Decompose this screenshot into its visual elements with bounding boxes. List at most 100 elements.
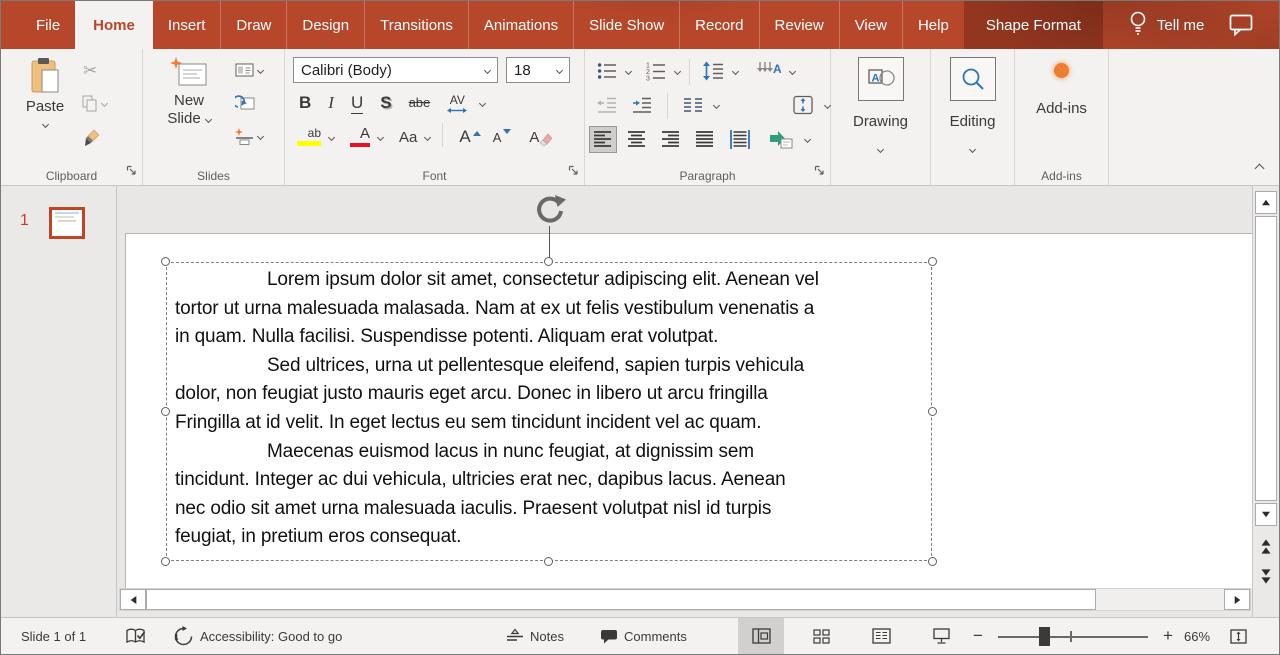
- previous-slide-button[interactable]: [1256, 534, 1276, 558]
- font-color-button[interactable]: A: [346, 125, 374, 150]
- selection-handle[interactable]: [544, 557, 553, 566]
- notes-button[interactable]: Notes: [506, 618, 564, 654]
- bullets-button[interactable]: [593, 59, 621, 83]
- paste-button[interactable]: Paste: [17, 57, 73, 127]
- font-size-dropdown-icon[interactable]: [556, 66, 563, 73]
- font-name-combobox[interactable]: Calibri (Body): [293, 57, 498, 83]
- slideshow-view-button[interactable]: [918, 618, 964, 654]
- zoom-out-button[interactable]: −: [973, 618, 983, 654]
- columns-dropdown-icon[interactable]: [713, 101, 720, 108]
- convert-to-smartart-button[interactable]: [765, 126, 799, 153]
- tab-view[interactable]: View: [839, 1, 902, 49]
- align-left-button[interactable]: [589, 126, 617, 153]
- new-slide-dropdown-icon[interactable]: [205, 115, 212, 122]
- character-spacing-button[interactable]: AV: [443, 91, 471, 116]
- line-spacing-button[interactable]: [699, 59, 728, 83]
- tab-slide-show[interactable]: Slide Show: [573, 1, 679, 49]
- selection-handle[interactable]: [161, 257, 170, 266]
- selection-handle[interactable]: [928, 557, 937, 566]
- tab-home[interactable]: Home: [75, 1, 153, 49]
- selection-handle[interactable]: [544, 257, 553, 266]
- align-text-button[interactable]: [788, 93, 818, 117]
- new-slide-button[interactable]: New Slide: [157, 57, 221, 128]
- zoom-level[interactable]: 66%: [1184, 618, 1210, 654]
- paste-dropdown-icon[interactable]: [41, 121, 48, 128]
- scroll-down-button[interactable]: [1255, 503, 1277, 526]
- normal-view-button[interactable]: [738, 618, 784, 654]
- scroll-up-button[interactable]: [1255, 191, 1277, 214]
- numbering-button[interactable]: 123: [642, 59, 670, 83]
- increase-indent-button[interactable]: [628, 93, 656, 117]
- clear-formatting-button[interactable]: A: [525, 127, 556, 148]
- bold-button[interactable]: B: [295, 91, 315, 115]
- accessibility-checker[interactable]: Accessibility: Good to go: [173, 618, 342, 654]
- justify-button[interactable]: [691, 126, 719, 153]
- bullets-dropdown-icon[interactable]: [625, 67, 632, 74]
- underline-button[interactable]: U: [347, 91, 367, 116]
- line-spacing-dropdown-icon[interactable]: [732, 67, 739, 74]
- collapse-ribbon-button[interactable]: [1256, 159, 1263, 177]
- decrease-font-size-button[interactable]: A: [489, 127, 516, 147]
- editing-button[interactable]: [950, 57, 996, 101]
- font-name-dropdown-icon[interactable]: [484, 66, 491, 73]
- character-spacing-dropdown-icon[interactable]: [479, 99, 486, 106]
- highlight-dropdown-icon[interactable]: [328, 133, 335, 140]
- horizontal-scrollbar-track[interactable]: [1096, 589, 1224, 610]
- change-case-button[interactable]: Aa: [395, 127, 421, 148]
- rotate-handle-icon[interactable]: [533, 194, 567, 228]
- vertical-scrollbar-thumb[interactable]: [1255, 216, 1277, 501]
- italic-button[interactable]: I: [324, 91, 338, 115]
- format-painter-button[interactable]: [83, 129, 101, 147]
- align-right-button[interactable]: [657, 126, 685, 153]
- drawing-button[interactable]: A: [858, 57, 904, 101]
- selection-handle[interactable]: [161, 407, 170, 416]
- scroll-left-button[interactable]: [120, 589, 146, 610]
- numbering-dropdown-icon[interactable]: [674, 67, 681, 74]
- tell-me[interactable]: Tell me: [1129, 1, 1205, 49]
- copy-dropdown-icon[interactable]: [101, 100, 108, 107]
- editing-dropdown-icon[interactable]: [969, 146, 976, 153]
- zoom-slider-track[interactable]: [998, 636, 1148, 638]
- fit-to-window-button[interactable]: [1230, 618, 1247, 654]
- zoom-in-button[interactable]: +: [1163, 618, 1173, 654]
- reset-slide-button[interactable]: [235, 94, 255, 111]
- slide-indicator[interactable]: Slide 1 of 1: [21, 618, 86, 654]
- selection-handle[interactable]: [928, 407, 937, 416]
- text-shadow-button[interactable]: S: [376, 91, 395, 115]
- tab-animations[interactable]: Animations: [468, 1, 573, 49]
- selection-handle[interactable]: [161, 557, 170, 566]
- tab-transitions[interactable]: Transitions: [364, 1, 468, 49]
- copy-button[interactable]: [81, 95, 107, 112]
- smartart-dropdown-icon[interactable]: [804, 135, 811, 142]
- text-box[interactable]: Lorem ipsum dolor sit amet, consectetur …: [166, 262, 932, 561]
- tab-file[interactable]: File: [21, 1, 75, 49]
- cut-button[interactable]: ✂: [83, 63, 97, 79]
- tab-record[interactable]: Record: [679, 1, 758, 49]
- reading-view-button[interactable]: [858, 618, 904, 654]
- font-dialog-launcher-icon[interactable]: [568, 163, 579, 181]
- addins-button[interactable]: Add-ins: [1015, 63, 1108, 118]
- slide-thumbnail[interactable]: [49, 207, 85, 239]
- paragraph-dialog-launcher-icon[interactable]: [814, 163, 825, 181]
- section-button[interactable]: [235, 128, 263, 145]
- comments-button[interactable]: Comments: [600, 618, 687, 654]
- decrease-indent-button[interactable]: [593, 93, 621, 117]
- columns-button[interactable]: [679, 93, 707, 117]
- tab-shape-format[interactable]: Shape Format: [964, 1, 1103, 49]
- section-dropdown-icon[interactable]: [257, 133, 264, 140]
- comments-pane-button[interactable]: [1229, 1, 1253, 49]
- font-size-combobox[interactable]: 18: [506, 57, 570, 83]
- spell-check-button[interactable]: [125, 618, 146, 654]
- slide-sorter-view-button[interactable]: [798, 618, 844, 654]
- horizontal-scrollbar[interactable]: [119, 588, 1251, 611]
- zoom-slider-thumb[interactable]: [1039, 627, 1050, 646]
- align-text-dropdown-icon[interactable]: [824, 101, 831, 108]
- scroll-right-button[interactable]: [1224, 589, 1250, 610]
- text-box-content[interactable]: Lorem ipsum dolor sit amet, consectetur …: [167, 263, 931, 555]
- strikethrough-button[interactable]: abe: [405, 91, 435, 115]
- layout-dropdown-icon[interactable]: [257, 66, 264, 73]
- drawing-dropdown-icon[interactable]: [877, 146, 884, 153]
- slide-layout-button[interactable]: [235, 62, 263, 78]
- tab-draw[interactable]: Draw: [220, 1, 286, 49]
- change-case-dropdown-icon[interactable]: [424, 133, 431, 140]
